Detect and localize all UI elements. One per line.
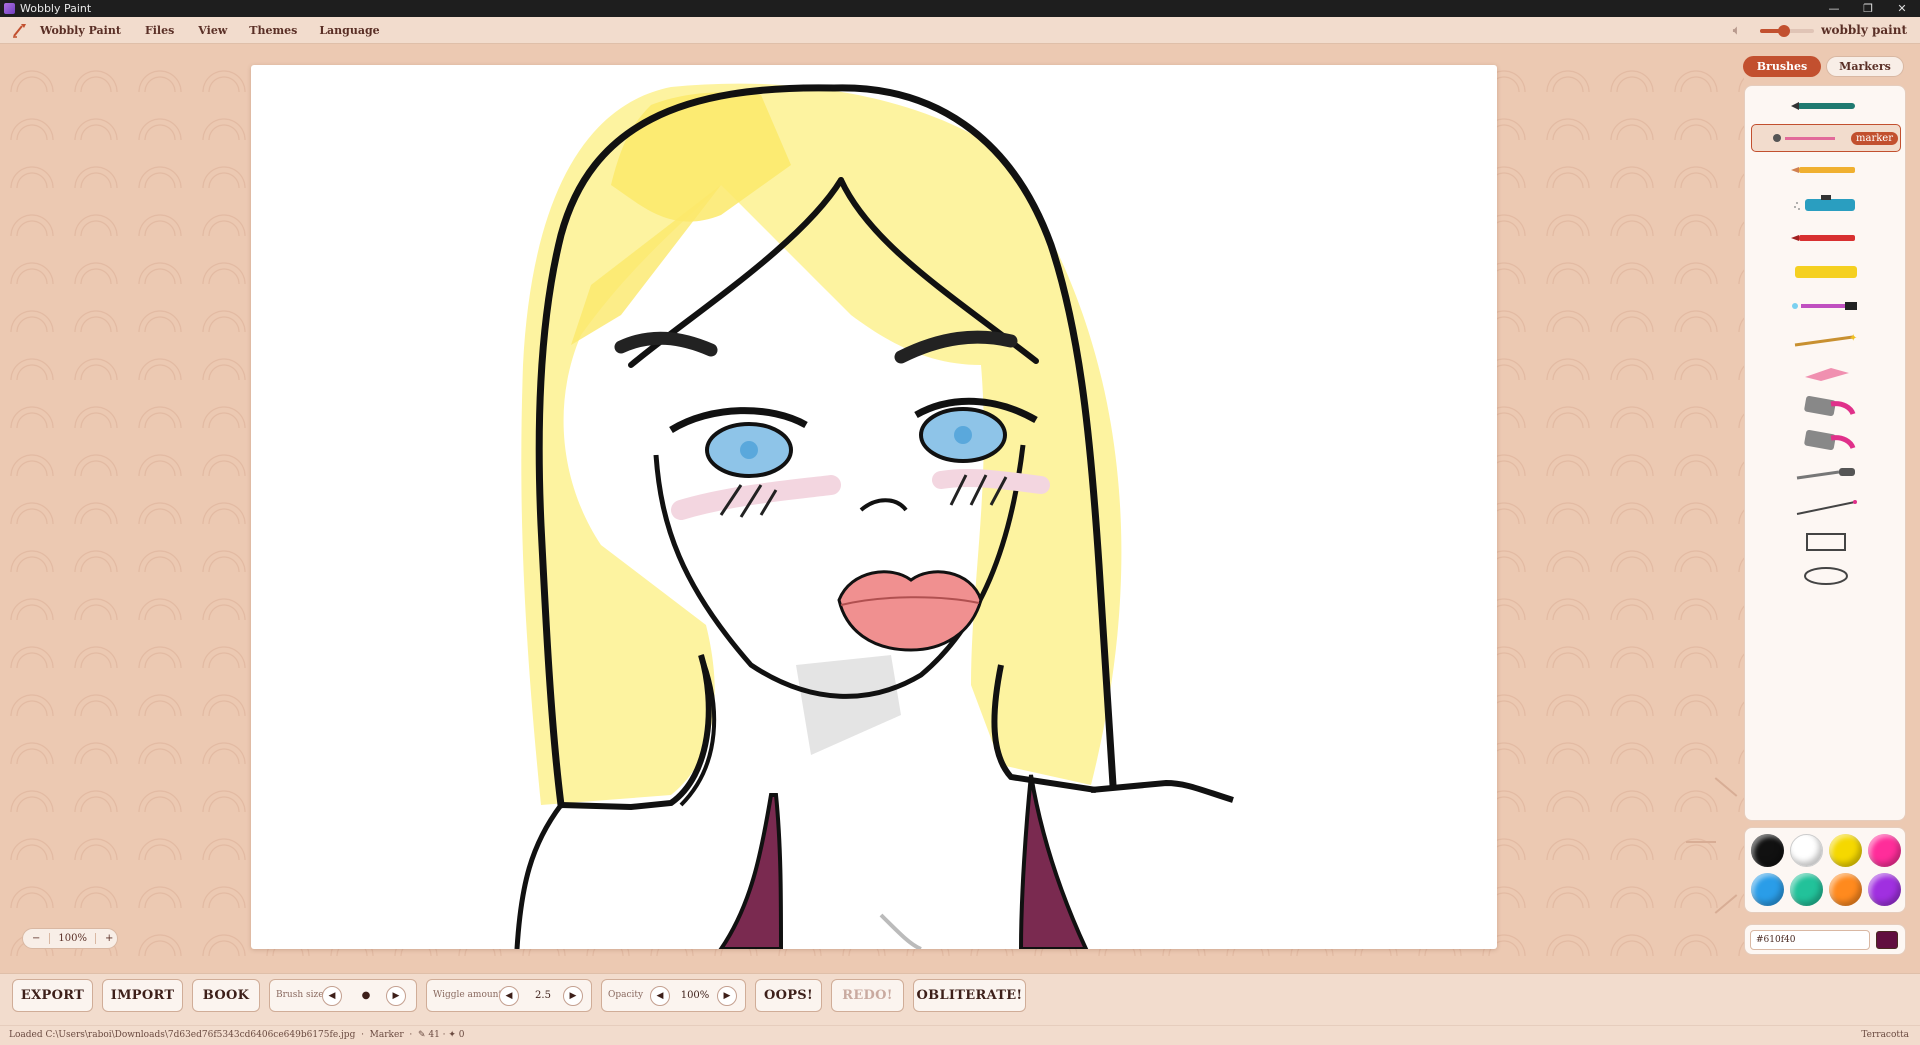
close-icon[interactable]: ✕ [1885, 0, 1919, 17]
window-title: Wobbly Paint [20, 2, 92, 15]
opacity-stepper: Opacity ◀ 100% ▶ [601, 979, 746, 1012]
os-titlebar: Wobbly Paint — ❐ ✕ [0, 0, 1920, 17]
tool-glitter-pen[interactable] [1751, 292, 1901, 320]
brush-logo-icon [13, 24, 26, 38]
current-color-preview[interactable] [1876, 931, 1898, 949]
brush-size-increase-icon[interactable]: ▶ [386, 986, 406, 1006]
zoom-control: − 100% + [22, 928, 118, 949]
brand-label: wobbly paint [1821, 23, 1907, 37]
swatch-orange[interactable] [1829, 873, 1862, 906]
paint-bucket-icon [1804, 395, 1856, 417]
tool-fill-bucket-b[interactable] [1751, 426, 1901, 454]
swatch-black[interactable] [1751, 834, 1784, 867]
menu-files[interactable]: Files [145, 24, 174, 37]
tool-eyedropper[interactable] [1751, 460, 1901, 488]
import-button[interactable]: IMPORT [102, 979, 183, 1012]
eyedropper-icon [1796, 468, 1855, 480]
paint-bucket-icon-2 [1804, 429, 1856, 451]
tool-list: marker ✦ [1744, 85, 1906, 821]
drawing-artwork [514, 83, 1234, 949]
export-button[interactable]: EXPORT [12, 979, 93, 1012]
red-crayon-icon [1791, 235, 1855, 241]
spray-can-icon [1794, 195, 1855, 211]
opacity-label: Opacity [608, 990, 644, 1000]
tool-sparkle-brush[interactable]: ✦ [1751, 326, 1901, 354]
tool-tooltip: marker [1851, 132, 1898, 145]
tab-markers[interactable]: Markers [1826, 56, 1904, 77]
tool-spray[interactable] [1751, 190, 1901, 218]
wiggle-amount-stepper: Wiggle amount ◀ 2.5 ▶ [426, 979, 592, 1012]
brush-size-label: Brush size [276, 990, 324, 1000]
status-loaded-file: Loaded C:\Users\raboi\Downloads\7d63ed76… [9, 1030, 356, 1040]
color-palette [1744, 827, 1906, 913]
menu-view[interactable]: View [198, 24, 227, 37]
menu-wobbly-paint[interactable]: Wobbly Paint [40, 24, 121, 37]
volume-thumb[interactable] [1778, 25, 1791, 37]
wiggle-amount-value: 2.5 [535, 990, 551, 1001]
rectangle-tool-icon [1806, 533, 1846, 551]
wiggle-decrease-icon[interactable]: ◀ [499, 986, 519, 1006]
status-bar: Loaded C:\Users\raboi\Downloads\7d63ed76… [0, 1025, 1920, 1045]
volume-slider[interactable] [1760, 25, 1814, 37]
opacity-value: 100% [680, 990, 710, 1001]
zoom-level: 100% [49, 933, 96, 944]
swatch-blue[interactable] [1751, 873, 1784, 906]
brush-size-value: ● [361, 990, 371, 1001]
pencil-icon [1791, 167, 1855, 173]
status-theme: Terracotta [1861, 1030, 1909, 1040]
ellipse-tool-icon [1804, 567, 1848, 585]
highlighter-icon [1795, 266, 1857, 278]
zoom-in-button[interactable]: + [96, 933, 122, 944]
tool-highlighter[interactable] [1751, 258, 1901, 286]
color-hex-box [1744, 924, 1906, 955]
swatch-white[interactable] [1790, 834, 1823, 867]
tool-marker[interactable]: marker [1751, 124, 1901, 152]
swatch-purple[interactable] [1868, 873, 1901, 906]
hex-color-input[interactable] [1750, 930, 1870, 950]
opacity-decrease-icon[interactable]: ◀ [650, 986, 670, 1006]
decor-line [1686, 841, 1716, 843]
tool-crayon-red[interactable] [1751, 224, 1901, 252]
app-icon [4, 3, 15, 14]
restore-icon[interactable]: ❐ [1851, 0, 1885, 17]
tool-fill-bucket-a[interactable] [1751, 392, 1901, 420]
menu-themes[interactable]: Themes [249, 24, 297, 37]
minimize-icon[interactable]: — [1817, 0, 1851, 17]
marker-tool-icon [1773, 134, 1835, 142]
tool-rectangle[interactable] [1751, 528, 1901, 556]
brush-size-decrease-icon[interactable]: ◀ [322, 986, 342, 1006]
drawing-canvas[interactable] [251, 65, 1497, 949]
redo-button[interactable]: REDO! [831, 979, 904, 1012]
menu-bar: Wobbly Paint Files View Themes Language … [0, 17, 1920, 44]
tool-ellipse[interactable] [1751, 562, 1901, 590]
swatch-yellow[interactable] [1829, 834, 1862, 867]
clear-canvas-button[interactable]: OBLITERATE! [913, 979, 1026, 1012]
status-counts: ✎ 41 · ✦ 0 [417, 1030, 465, 1040]
fountain-pen-icon [1791, 102, 1855, 110]
tab-brushes[interactable]: Brushes [1743, 56, 1821, 77]
tool-eraser[interactable] [1751, 360, 1901, 388]
tool-line[interactable] [1751, 494, 1901, 522]
zoom-out-button[interactable]: − [23, 933, 49, 944]
line-tool-icon [1796, 500, 1857, 515]
sparkle-brush-icon: ✦ [1794, 333, 1857, 347]
status-left: Loaded C:\Users\raboi\Downloads\7d63ed76… [9, 1030, 465, 1040]
brush-size-stepper: Brush size ◀ ● ▶ [269, 979, 417, 1012]
eraser-icon [1805, 368, 1849, 381]
menu-language[interactable]: Language [319, 24, 379, 37]
wiggle-increase-icon[interactable]: ▶ [563, 986, 583, 1006]
tool-fountain-pen[interactable] [1751, 92, 1901, 120]
tool-pencil[interactable] [1751, 156, 1901, 184]
svg-text:✦: ✦ [1849, 333, 1857, 344]
tool-tabs: Brushes Markers [1743, 56, 1904, 77]
volume-icon[interactable]: 🔈︎ [1733, 23, 1740, 38]
wiggle-amount-label: Wiggle amount [433, 990, 503, 1000]
glitter-pen-icon [1792, 302, 1857, 310]
undo-button[interactable]: OOPS! [755, 979, 822, 1012]
opacity-increase-icon[interactable]: ▶ [717, 986, 737, 1006]
swatch-teal[interactable] [1790, 873, 1823, 906]
book-button[interactable]: BOOK [192, 979, 260, 1012]
status-current-tool: Marker [369, 1030, 404, 1040]
swatch-pink[interactable] [1868, 834, 1901, 867]
